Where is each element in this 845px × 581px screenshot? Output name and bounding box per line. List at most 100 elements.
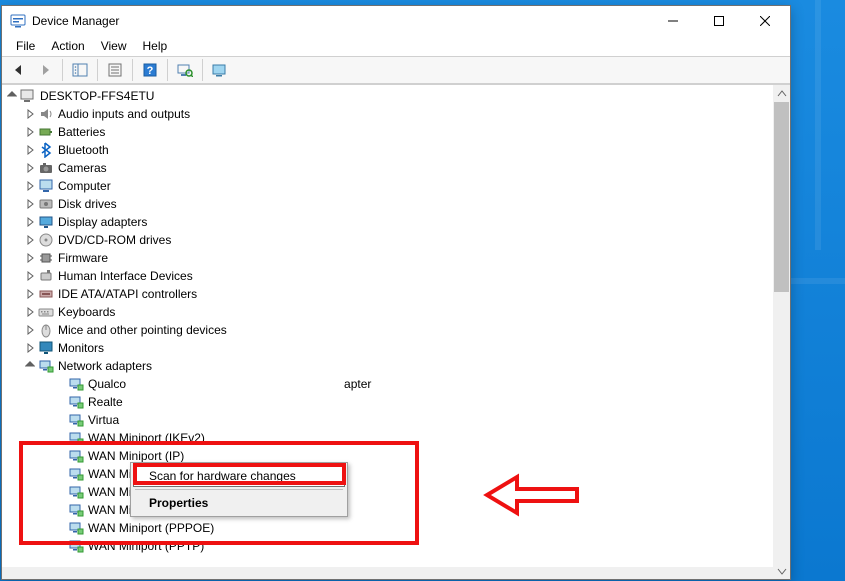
tree-device[interactable]: WAN Miniport (PPPOE) [2, 519, 790, 537]
hid-icon [38, 268, 54, 284]
forward-button[interactable] [33, 58, 57, 82]
context-properties[interactable]: Properties [133, 492, 345, 514]
tree-category[interactable]: Cameras [2, 159, 790, 177]
net-icon [38, 358, 54, 374]
tree-category[interactable]: Human Interface Devices [2, 267, 790, 285]
tree-category[interactable]: Batteries [2, 123, 790, 141]
expand-icon[interactable] [24, 324, 36, 336]
bluetooth-icon [38, 142, 54, 158]
annotation-arrow-icon [482, 471, 582, 519]
category-label: Disk drives [58, 195, 117, 213]
show-hide-console-icon[interactable] [68, 58, 92, 82]
tree-device[interactable]: WAN Miniport (IKEv2) [2, 429, 790, 447]
device-label: WAN Miniport (PPPOE) [88, 519, 214, 537]
minimize-button[interactable] [650, 6, 696, 36]
device-label: Realte [88, 393, 123, 411]
category-label: IDE ATA/ATAPI controllers [58, 285, 197, 303]
tree-category[interactable]: Audio inputs and outputs [2, 105, 790, 123]
maximize-button[interactable] [696, 6, 742, 36]
device-label: Virtua [88, 411, 119, 429]
device-label: WAN Miniport (PPTP) [88, 537, 204, 555]
expand-icon[interactable] [24, 270, 36, 282]
svg-text:?: ? [147, 65, 154, 77]
expand-icon[interactable] [24, 288, 36, 300]
tree-category[interactable]: Keyboards [2, 303, 790, 321]
expand-icon[interactable] [24, 162, 36, 174]
monitor-icon [38, 340, 54, 356]
tree-device[interactable]: WAN Miniport (IPv6) [2, 465, 790, 483]
titlebar[interactable]: Device Manager [2, 6, 790, 36]
expand-icon[interactable] [24, 216, 36, 228]
tree-device[interactable]: WAN Miniport (PPTP) [2, 537, 790, 555]
category-label: Mice and other pointing devices [58, 321, 227, 339]
keyboard-icon [38, 304, 54, 320]
tree-category[interactable]: DVD/CD-ROM drives [2, 231, 790, 249]
tree-category[interactable]: Computer [2, 177, 790, 195]
category-label: Bluetooth [58, 141, 109, 159]
chip-icon [38, 250, 54, 266]
expand-icon[interactable] [24, 234, 36, 246]
menu-action[interactable]: Action [43, 38, 92, 54]
net-icon [68, 484, 84, 500]
collapse-icon[interactable] [24, 360, 36, 372]
tree-category-network[interactable]: Network adapters [2, 357, 790, 375]
close-button[interactable] [742, 6, 788, 36]
context-properties-label: Properties [149, 496, 208, 510]
tree-device[interactable]: Virtua [2, 411, 790, 429]
speaker-icon [38, 106, 54, 122]
camera-icon [38, 160, 54, 176]
back-button[interactable] [7, 58, 31, 82]
vertical-scrollbar[interactable] [773, 85, 790, 579]
net-icon [68, 430, 84, 446]
scroll-thumb[interactable] [774, 102, 789, 292]
tree-category[interactable]: Disk drives [2, 195, 790, 213]
expand-icon[interactable] [24, 108, 36, 120]
expand-icon[interactable] [24, 252, 36, 264]
menu-help[interactable]: Help [135, 38, 176, 54]
tree-device[interactable]: WAN Miniport (L2TP) [2, 483, 790, 501]
device-manager-window: Device Manager File Action View Help ? D… [1, 5, 791, 580]
tree-category[interactable]: Firmware [2, 249, 790, 267]
expand-icon[interactable] [24, 306, 36, 318]
expand-icon[interactable] [24, 180, 36, 192]
category-label: Human Interface Devices [58, 267, 193, 285]
net-icon [68, 520, 84, 536]
scroll-up-button[interactable] [773, 85, 790, 102]
tree-device[interactable]: Realte [2, 393, 790, 411]
ide-icon [38, 286, 54, 302]
menu-view[interactable]: View [93, 38, 135, 54]
tree-device[interactable]: WAN Miniport (IP) [2, 447, 790, 465]
expand-icon[interactable] [24, 198, 36, 210]
app-icon [10, 13, 26, 29]
help-icon[interactable]: ? [138, 58, 162, 82]
net-icon [68, 538, 84, 554]
properties-icon[interactable] [103, 58, 127, 82]
tree-device[interactable]: WAN Miniport (Network Monitor) [2, 501, 790, 519]
expand-icon[interactable] [24, 144, 36, 156]
tree-category[interactable]: Bluetooth [2, 141, 790, 159]
net-icon [68, 376, 84, 392]
context-scan-hardware[interactable]: Scan for hardware changes [133, 465, 345, 487]
net-icon [68, 394, 84, 410]
tree-device[interactable]: Qualcoapter [2, 375, 790, 393]
devices-by-type-icon[interactable] [208, 58, 232, 82]
collapse-icon[interactable] [6, 90, 18, 102]
tree-root[interactable]: DESKTOP-FFS4ETU [2, 87, 790, 105]
scan-hardware-icon[interactable] [173, 58, 197, 82]
menu-file[interactable]: File [8, 38, 43, 54]
tree-category[interactable]: Monitors [2, 339, 790, 357]
tree-category[interactable]: Display adapters [2, 213, 790, 231]
expand-icon[interactable] [24, 342, 36, 354]
scroll-down-button[interactable] [773, 562, 790, 579]
category-label: Display adapters [58, 213, 147, 231]
category-label: Network adapters [58, 357, 152, 375]
tree-pane: DESKTOP-FFS4ETUAudio inputs and outputsB… [2, 84, 790, 579]
expand-icon[interactable] [24, 126, 36, 138]
category-label: Cameras [58, 159, 107, 177]
disk-icon [38, 196, 54, 212]
net-icon [68, 412, 84, 428]
tree-category[interactable]: IDE ATA/ATAPI controllers [2, 285, 790, 303]
category-label: DVD/CD-ROM drives [58, 231, 171, 249]
tree-category[interactable]: Mice and other pointing devices [2, 321, 790, 339]
context-scan-label: Scan for hardware changes [149, 469, 296, 483]
